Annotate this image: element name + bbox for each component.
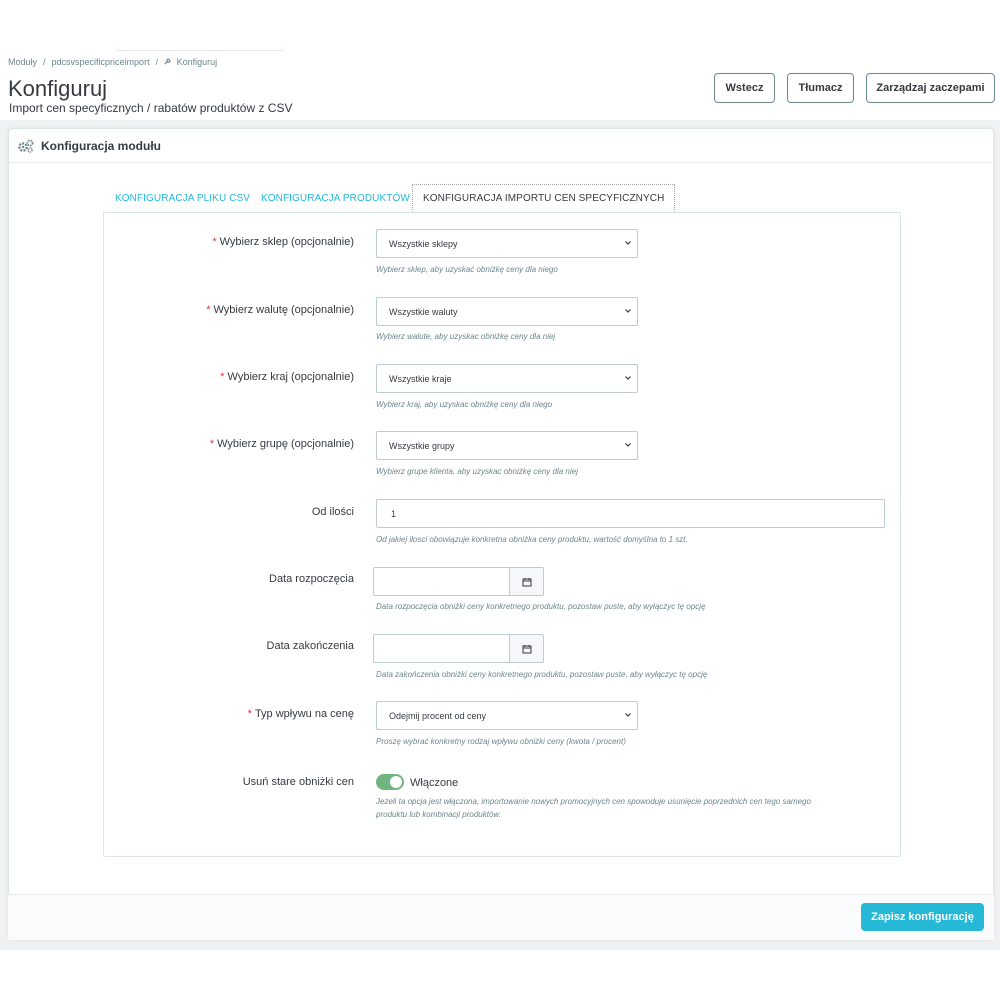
group-select-value: Wszystkie grupy	[389, 440, 455, 451]
back-button[interactable]: Wstecz	[714, 73, 775, 103]
breadcrumb-item-modules[interactable]: Moduły	[8, 57, 37, 67]
date-to-picker-button[interactable]	[509, 634, 544, 663]
group-help: Wybierz grupe klienta, aby uzyskac obniż…	[376, 467, 578, 476]
delete-old-state: Włączone	[410, 777, 459, 789]
calendar-icon	[522, 644, 531, 653]
cogs-icon	[18, 139, 34, 153]
required-mark: *	[220, 371, 225, 383]
required-mark: *	[209, 438, 215, 450]
breadcrumb-separator: /	[155, 57, 159, 67]
delete-old-help-line2: produktu lub kombinacji produktów.	[376, 810, 501, 819]
delete-old-label: Usuń stare obniżki cen	[242, 776, 354, 788]
breadcrumb-item-module[interactable]: pdcsvspecificpriceimport	[52, 57, 150, 67]
date-to-help: Data zakończenia obniżki ceny konkretneg…	[376, 670, 708, 679]
manage-hooks-button[interactable]: Zarządzaj zaczepami	[866, 73, 995, 103]
from-quantity-help: Od jakiej ilosci obowiązuje konkretna ob…	[376, 535, 688, 544]
date-from-picker-button[interactable]	[509, 567, 544, 596]
shop-label: * Wybierz sklep (opcjonalnie)	[212, 236, 354, 248]
country-label: * Wybierz kraj (opcjonalnie)	[220, 371, 354, 383]
panel-footer	[8, 894, 994, 940]
from-quantity-input[interactable]	[376, 499, 885, 528]
date-to-input[interactable]	[373, 634, 510, 663]
chevron-down-icon	[625, 241, 631, 245]
page-subtitle: Import cen specyficznych / rabatów produ…	[9, 101, 293, 115]
shop-help: Wybierz sklep, aby uzyskać obniżkę ceny …	[376, 265, 558, 274]
currency-label: * Wybierz walutę (opcjonalnie)	[206, 304, 354, 316]
breadcrumb-item-current: Konfiguruj	[164, 57, 217, 67]
tab-specific-price-config[interactable]: KONFIGURACJA IMPORTU CEN SPECYFICZNYCH	[412, 184, 676, 212]
date-from-label: Data rozpoczęcia	[269, 573, 354, 585]
panel-heading: Konfiguracja modułu	[9, 129, 993, 163]
country-help: Wybierz kraj, aby uzyskac obniżkę ceny d…	[376, 400, 553, 409]
price-impact-label: * Typ wpływu na cenę	[247, 708, 354, 720]
toggle-knob	[390, 776, 402, 788]
translate-button[interactable]: Tłumacz	[787, 73, 854, 103]
from-quantity-label: Od ilości	[311, 506, 354, 518]
delete-old-help-line1: Jeżeli ta opcja jest włączona, importowa…	[376, 797, 811, 806]
save-config-button[interactable]: Zapisz konfigurację	[861, 903, 984, 931]
tab-products-config[interactable]: KONFIGURACJA PRODUKTÓW	[261, 184, 410, 212]
shop-select[interactable]: Wszystkie sklepy	[376, 229, 638, 258]
delete-old-toggle[interactable]	[376, 774, 404, 790]
search-bar-edge	[112, 43, 288, 51]
breadcrumb-separator: /	[43, 57, 46, 67]
page-title: Konfiguruj	[8, 76, 108, 101]
price-impact-help: Proszę wybrać konkretny rodzaj wpływu ob…	[376, 737, 626, 746]
page-header: Moduły / pdcsvspecificpriceimport / Konf…	[0, 0, 1000, 120]
price-impact-select-value: Odejmij procent od ceny	[389, 710, 487, 721]
chevron-down-icon	[625, 309, 631, 313]
group-select[interactable]: Wszystkie grupy	[376, 431, 638, 460]
currency-select[interactable]: Wszystkie waluty	[376, 297, 638, 326]
required-mark: *	[206, 304, 211, 316]
breadcrumb: Moduły / pdcsvspecificpriceimport / Konf…	[8, 57, 217, 67]
tab-csv-config[interactable]: KONFIGURACJA PLIKU CSV	[115, 184, 250, 212]
chevron-down-icon	[625, 376, 631, 380]
currency-help: Wybierz walute, aby uzyskac obniżkę ceny…	[376, 332, 556, 341]
date-from-input[interactable]	[373, 567, 510, 596]
price-impact-select[interactable]: Odejmij procent od ceny	[376, 701, 638, 730]
required-mark: *	[247, 708, 252, 720]
group-label: * Wybierz grupę (opcjonalnie)	[209, 438, 354, 450]
wrench-icon	[164, 58, 171, 65]
chevron-down-icon	[625, 713, 631, 717]
calendar-icon	[522, 577, 531, 586]
breadcrumb-current-label: Konfiguruj	[176, 57, 218, 67]
chevron-down-icon	[625, 443, 631, 447]
shop-select-value: Wszystkie sklepy	[389, 238, 458, 249]
date-to-label: Data zakończenia	[266, 640, 354, 652]
country-select-value: Wszystkie kraje	[389, 373, 452, 384]
required-mark: *	[212, 236, 217, 248]
panel-heading-label: Konfiguracja modułu	[41, 138, 161, 153]
currency-select-value: Wszystkie waluty	[389, 306, 458, 317]
date-from-help: Data rozpoczęcia obniżki ceny konkretneg…	[376, 602, 706, 611]
country-select[interactable]: Wszystkie kraje	[376, 364, 638, 393]
